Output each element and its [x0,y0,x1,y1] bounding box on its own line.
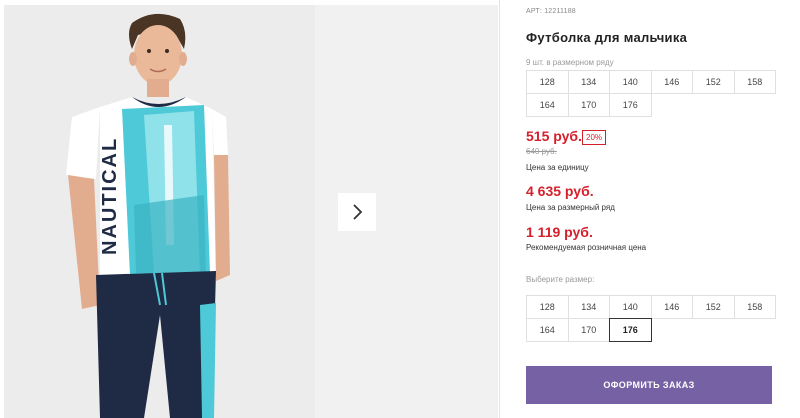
size-picker-grid: 128 134 140 146 152 158 164 170 176 [526,295,776,342]
product-title: Футболка для мальчика [526,30,688,45]
panel-divider [499,0,500,418]
boy-in-tshirt-illustration: NAUTICAL [4,5,315,418]
size-option[interactable]: 146 [650,295,693,319]
size-option[interactable]: 170 [567,318,610,342]
pack-size-cell: 170 [567,93,610,117]
pack-size-cell: 152 [692,70,735,94]
pack-size-cell: 164 [526,93,569,117]
size-option[interactable]: 152 [692,295,735,319]
pack-size-cell: 134 [567,70,610,94]
pack-price-label: Цена за размерный ряд [526,203,615,212]
pack-size-cell: 140 [609,70,652,94]
old-price: 640 руб. [526,147,557,156]
size-picker-label: Выберите размер: [526,275,595,284]
size-option[interactable]: 158 [733,295,776,319]
retail-price: 1 119 руб. [526,224,593,240]
pack-size-cell: 128 [526,70,569,94]
size-option[interactable]: 164 [526,318,569,342]
pack-hint: 9 шт. в размерном ряду [526,58,614,67]
pack-size-cell: 158 [733,70,776,94]
gallery-next-button[interactable] [338,193,376,231]
unit-price: 515 руб. [526,128,582,144]
article-number: АРТ: 12211188 [526,8,576,15]
product-photo[interactable]: NAUTICAL [4,5,315,418]
discount-badge: 20% [582,130,607,145]
pack-size-cell: 146 [650,70,693,94]
pack-size-grid: 128 134 140 146 152 158 164 170 176 [526,70,776,117]
unit-price-label: Цена за единицу [526,163,589,172]
size-option[interactable]: 176 [609,318,652,342]
product-gallery: NAUTICAL [0,0,500,418]
order-button[interactable]: ОФОРМИТЬ ЗАКАЗ [526,366,772,404]
chevron-right-icon [353,204,363,220]
size-option[interactable]: 128 [526,295,569,319]
pack-size-cell: 176 [609,93,652,117]
print-text: NAUTICAL [99,137,121,255]
pack-price: 4 635 руб. [526,183,594,199]
retail-price-label: Рекомендуемая розничная цена [526,243,647,252]
size-option[interactable]: 140 [609,295,652,319]
size-option[interactable]: 134 [567,295,610,319]
